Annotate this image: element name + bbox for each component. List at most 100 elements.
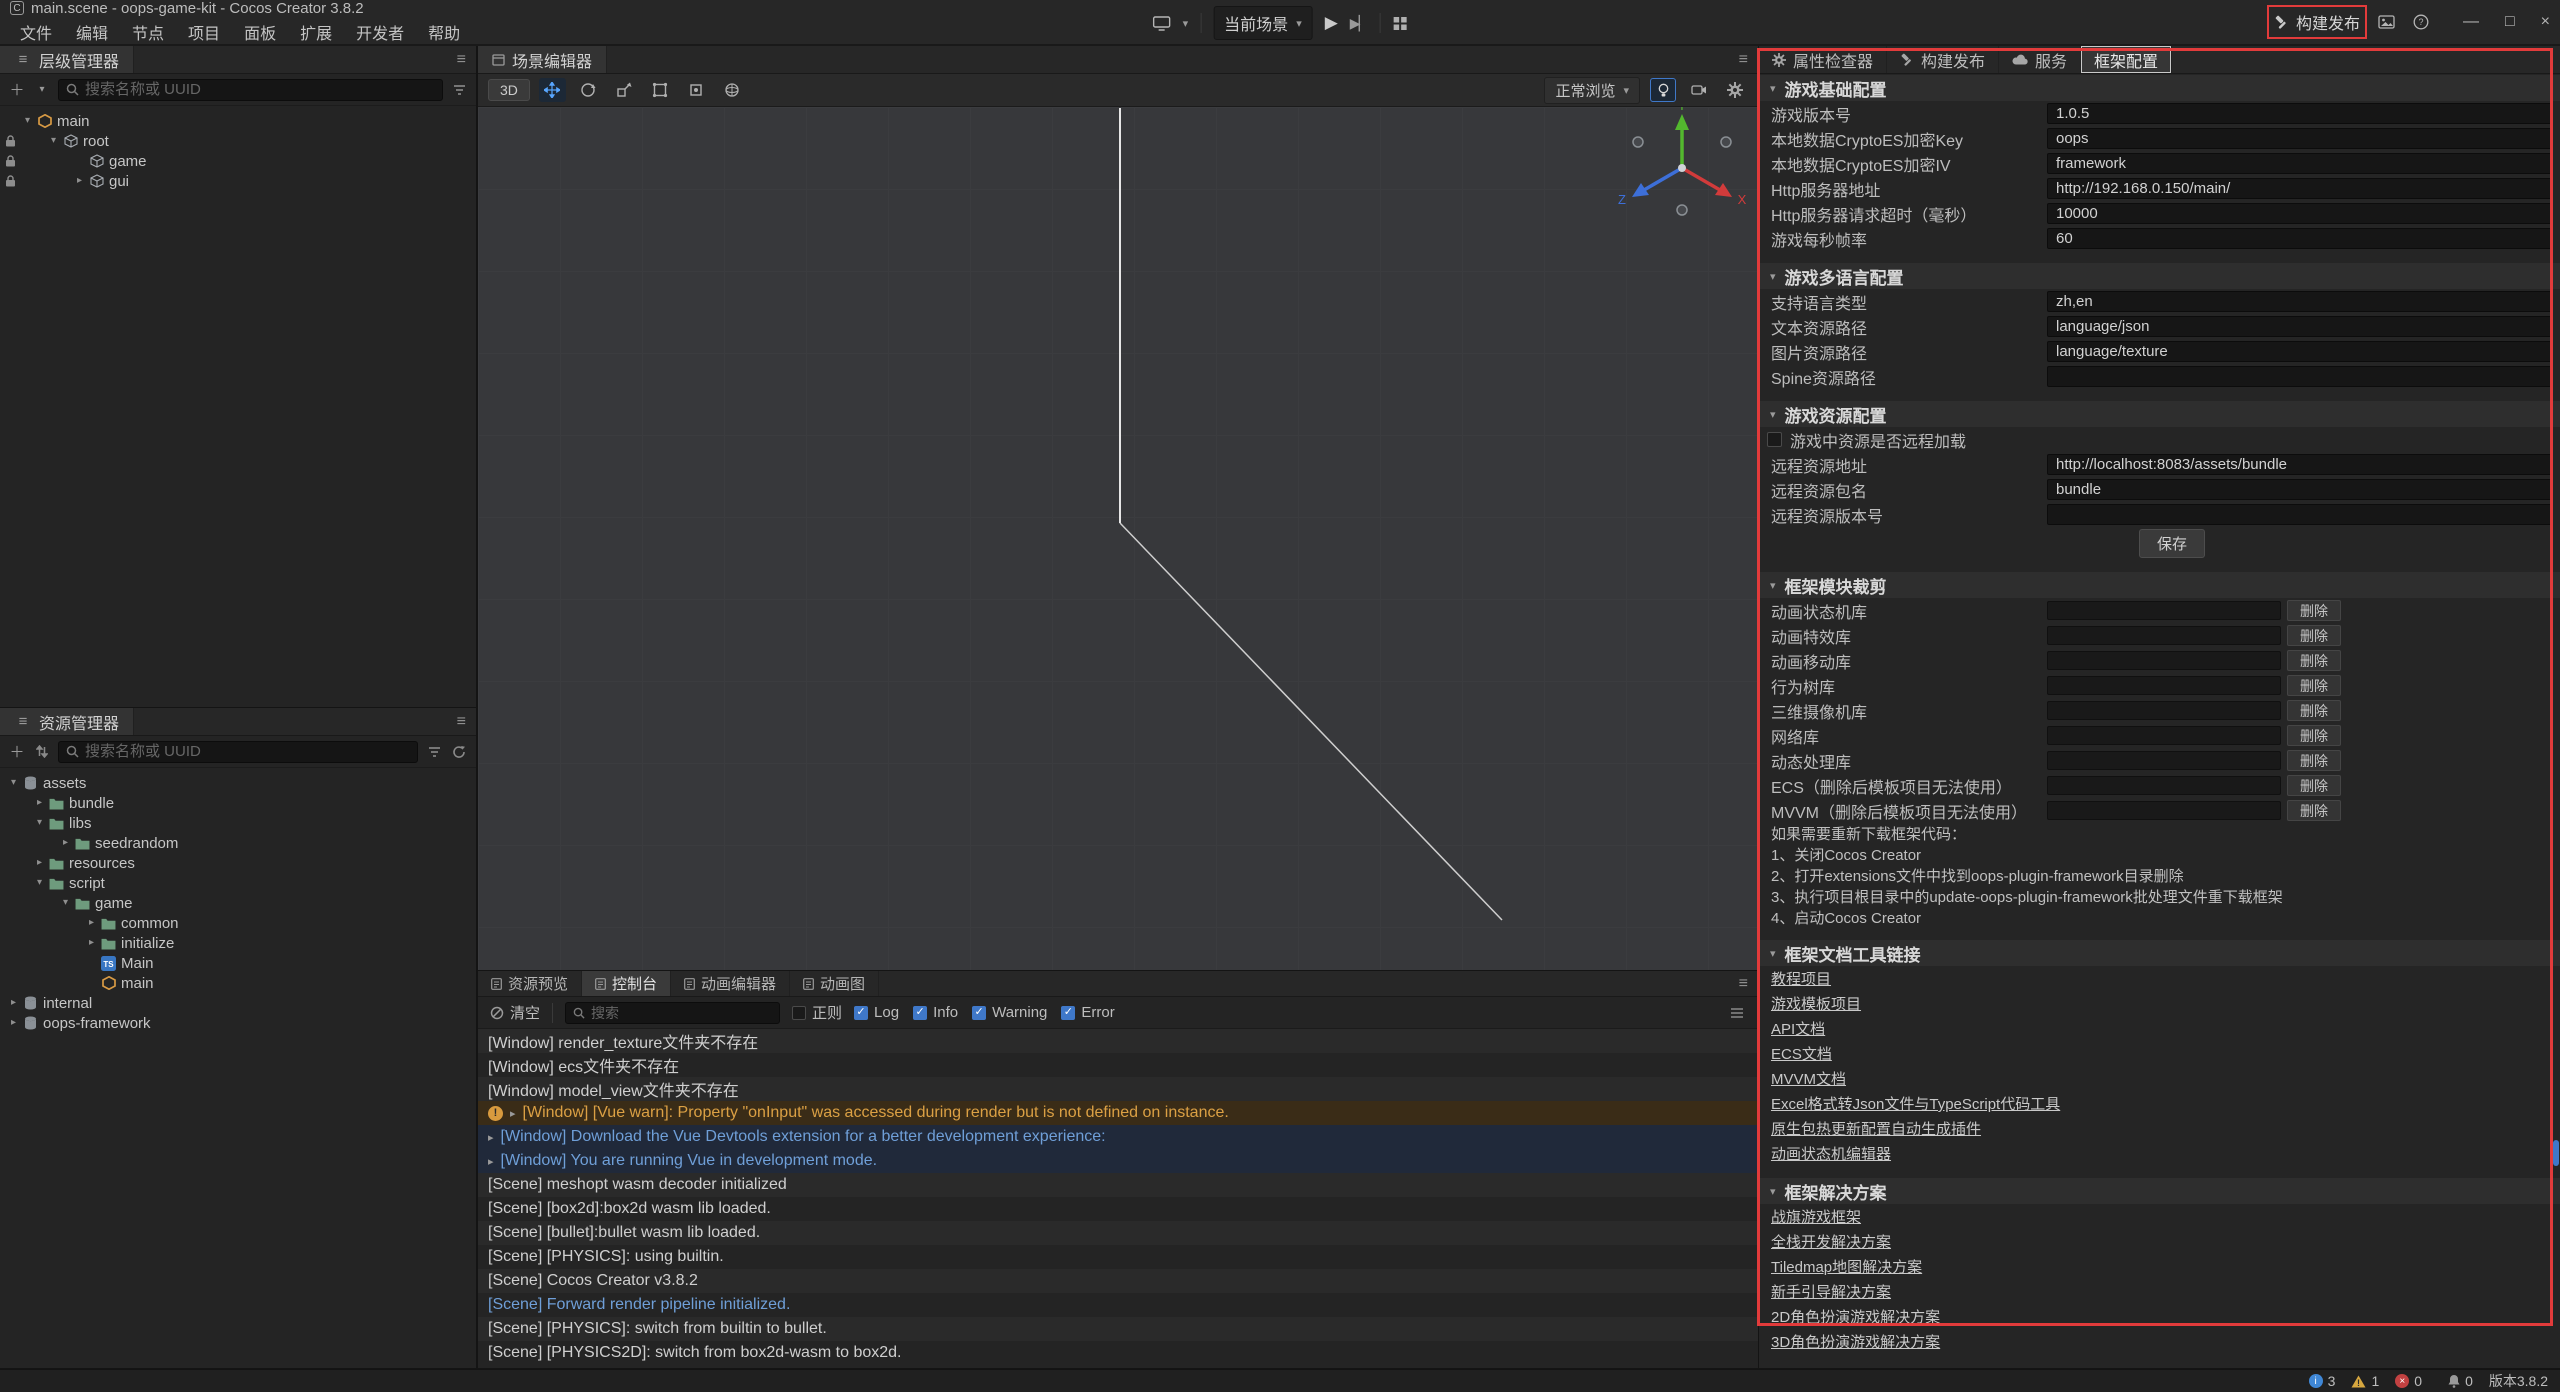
doc-link[interactable]: Tiledmap地图解决方案 xyxy=(1771,1256,1922,1277)
scene-camera-icon[interactable] xyxy=(1686,78,1712,102)
filter-icon[interactable] xyxy=(425,742,443,762)
field-input[interactable]: framework xyxy=(2047,153,2552,174)
checkbox-icon[interactable]: ✓ xyxy=(854,1006,868,1020)
build-publish-button[interactable]: 构建发布 xyxy=(2274,10,2360,34)
tree-item-game[interactable]: ▾game xyxy=(0,893,476,913)
section-header-0[interactable]: ▾游戏基础配置 xyxy=(1759,75,2560,101)
log-row[interactable]: [Scene] Cocos Creator v3.8.2 xyxy=(478,1269,1758,1293)
filter-info[interactable]: ✓Info xyxy=(913,1004,958,1021)
module-input[interactable] xyxy=(2047,801,2281,820)
field-input[interactable]: 10000 xyxy=(2047,203,2552,224)
scene-settings-gear-icon[interactable] xyxy=(1722,78,1748,102)
tree-item-script[interactable]: ▾script xyxy=(0,873,476,893)
delete-button[interactable]: 删除 xyxy=(2287,725,2341,746)
log-row[interactable]: ▸[Window] You are running Vue in develop… xyxy=(478,1149,1758,1173)
doc-link[interactable]: MVVM文档 xyxy=(1771,1068,1846,1089)
tree-item-seedrandom[interactable]: ▸seedrandom xyxy=(0,833,476,853)
tree-arrow-icon[interactable]: ▾ xyxy=(32,873,47,893)
lock-icon[interactable] xyxy=(0,155,20,167)
3d-mode-button[interactable]: 3D xyxy=(488,79,530,101)
delete-button[interactable]: 删除 xyxy=(2287,700,2341,721)
tree-arrow-icon[interactable]: ▸ xyxy=(84,913,99,933)
collapse-logs-icon[interactable] xyxy=(1728,1003,1746,1023)
delete-button[interactable]: 删除 xyxy=(2287,675,2341,696)
section-header-2[interactable]: ▾游戏资源配置 xyxy=(1759,401,2560,427)
log-row[interactable]: !▸[Window] [Vue warn]: Property "onInput… xyxy=(478,1101,1758,1125)
rotate-tool-icon[interactable] xyxy=(575,78,602,102)
clear-console-button[interactable]: 清空 xyxy=(490,1002,540,1023)
tree-arrow-icon[interactable]: ▸ xyxy=(32,793,47,813)
checkbox-icon[interactable] xyxy=(1767,432,1782,447)
scale-tool-icon[interactable] xyxy=(611,78,638,102)
view-mode-select[interactable]: 正常浏览 ▾ xyxy=(1544,77,1640,104)
scrollbar-thumb[interactable] xyxy=(2553,1140,2559,1166)
add-asset-button[interactable]: ＋ xyxy=(8,742,26,762)
tree-item-main[interactable]: ▾main xyxy=(0,111,476,131)
tree-item-root[interactable]: ▾root xyxy=(0,131,476,151)
section-header-5[interactable]: ▾框架解决方案 xyxy=(1759,1178,2560,1204)
inspector-tab-1[interactable]: 构建发布 xyxy=(1887,46,1999,73)
field-input[interactable]: zh,en xyxy=(2047,291,2552,312)
layout-grid-icon[interactable] xyxy=(1392,16,1407,31)
status-warning-count[interactable]: ! 1 xyxy=(2351,1373,2379,1389)
menu-item-5[interactable]: 扩展 xyxy=(290,19,342,45)
module-input[interactable] xyxy=(2047,726,2281,745)
doc-link[interactable]: 2D角色扮演游戏解决方案 xyxy=(1771,1306,1940,1327)
hierarchy-title-tab[interactable]: ≡ 层级管理器 xyxy=(0,46,134,73)
inspector-tab-3[interactable]: 框架配置 xyxy=(2081,46,2172,73)
tree-arrow-icon[interactable]: ▸ xyxy=(32,853,47,873)
menu-item-4[interactable]: 面板 xyxy=(234,19,286,45)
hierarchy-search-input[interactable] xyxy=(85,81,435,98)
console-tab-2[interactable]: 动画编辑器 xyxy=(671,971,790,996)
doc-link[interactable]: ECS文档 xyxy=(1771,1043,1832,1064)
menu-item-3[interactable]: 项目 xyxy=(178,19,230,45)
doc-link[interactable]: 战旗游戏框架 xyxy=(1771,1206,1861,1227)
checkbox-icon[interactable]: ✓ xyxy=(913,1006,927,1020)
tree-item-main[interactable]: main xyxy=(0,973,476,993)
screenshot-icon[interactable] xyxy=(2378,15,2395,29)
console-tab-1[interactable]: 控制台 xyxy=(582,971,671,996)
doc-link[interactable]: 3D角色扮演游戏解决方案 xyxy=(1771,1331,1940,1352)
log-row[interactable]: [Window] render_texture文件夹不存在 xyxy=(478,1029,1758,1053)
minimize-button[interactable]: — xyxy=(2463,13,2479,31)
anchor-tool-icon[interactable] xyxy=(683,78,710,102)
play-button[interactable]: ▶ xyxy=(1325,13,1338,33)
help-icon[interactable]: ? xyxy=(2413,14,2429,30)
maximize-button[interactable]: □ xyxy=(2505,13,2515,31)
field-input[interactable]: language/texture xyxy=(2047,341,2552,362)
delete-button[interactable]: 删除 xyxy=(2287,800,2341,821)
delete-button[interactable]: 删除 xyxy=(2287,750,2341,771)
preview-target-chevron-icon[interactable]: ▾ xyxy=(1183,17,1189,30)
module-input[interactable] xyxy=(2047,676,2281,695)
module-input[interactable] xyxy=(2047,651,2281,670)
expand-arrow-icon[interactable]: ▸ xyxy=(488,1131,494,1144)
hierarchy-search[interactable] xyxy=(58,79,443,101)
tree-arrow-icon[interactable]: ▾ xyxy=(6,773,21,793)
filter-log[interactable]: ✓Log xyxy=(854,1004,899,1021)
tree-item-bundle[interactable]: ▸bundle xyxy=(0,793,476,813)
field-input[interactable]: language/json xyxy=(2047,316,2552,337)
scene-title-tab[interactable]: 场景编辑器 xyxy=(478,46,607,73)
filter-error[interactable]: ✓Error xyxy=(1061,1004,1114,1021)
log-row[interactable]: ▸[Window] Download the Vue Devtools exte… xyxy=(478,1125,1758,1149)
menu-item-2[interactable]: 节点 xyxy=(122,19,174,45)
module-input[interactable] xyxy=(2047,626,2281,645)
section-header-4[interactable]: ▾框架文档工具链接 xyxy=(1759,940,2560,966)
axis-gizmo[interactable]: Y X Z xyxy=(1602,107,1758,238)
checkbox-icon[interactable]: ✓ xyxy=(1061,1006,1075,1020)
module-input[interactable] xyxy=(2047,751,2281,770)
move-tool-icon[interactable] xyxy=(539,78,566,102)
lock-icon[interactable] xyxy=(0,175,20,187)
regex-toggle[interactable]: 正则 xyxy=(792,1002,842,1023)
log-row[interactable]: [Window] ecs文件夹不存在 xyxy=(478,1053,1758,1077)
delete-button[interactable]: 删除 xyxy=(2287,625,2341,646)
tree-item-libs[interactable]: ▾libs xyxy=(0,813,476,833)
gizmo-space-icon[interactable] xyxy=(719,78,746,102)
tree-item-resources[interactable]: ▸resources xyxy=(0,853,476,873)
checkbox-row[interactable]: 游戏中资源是否远程加载 xyxy=(1759,427,2560,452)
console-search-input[interactable] xyxy=(591,1005,772,1021)
doc-link[interactable]: 动画状态机编辑器 xyxy=(1771,1143,1891,1164)
menu-item-1[interactable]: 编辑 xyxy=(66,19,118,45)
filter-warning[interactable]: ✓Warning xyxy=(972,1004,1047,1021)
filter-icon[interactable] xyxy=(450,80,468,100)
